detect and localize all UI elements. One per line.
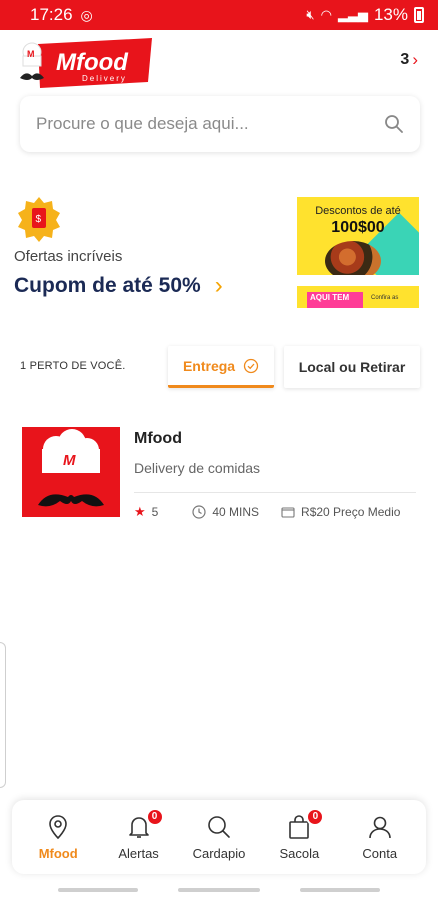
promo-note: Confira as (371, 295, 399, 301)
search-icon[interactable] (384, 114, 404, 134)
tab-entrega[interactable]: Entrega (168, 346, 274, 388)
search-bar[interactable] (20, 96, 420, 152)
chevron-right-icon: › (412, 50, 418, 69)
tab-local-ou-retirar[interactable]: Local ou Retirar (284, 346, 420, 388)
svg-text:M: M (63, 452, 76, 469)
rating-value: 5 (151, 505, 159, 519)
app-header: Mfood Delivery M 3 › (0, 30, 438, 92)
offer-label: Ofertas incríveis (14, 248, 123, 265)
delivery-time-value: 40 MINS (212, 505, 260, 519)
nav-label: Mfood (38, 845, 78, 861)
nav-item-sacola[interactable]: 0 Sacola (262, 807, 336, 861)
promo-discount-line1: Descontos de até (315, 205, 401, 217)
check-circle-icon (243, 358, 259, 373)
gesture-bar-left (58, 888, 138, 892)
status-bar: 17:26 ◎ 🔇︎ ◠ ▂▃▅ 13% (0, 0, 438, 30)
nav-label: Conta (362, 845, 398, 861)
promo-discount-line2: 100$00 (331, 219, 385, 236)
header-count-link[interactable]: 3 › (400, 50, 418, 70)
alerts-badge: 0 (145, 807, 164, 826)
search-icon (208, 815, 230, 838)
nav-item-mfood[interactable]: Mfood (21, 814, 95, 861)
bottom-navigation: Mfood 0 Alertas Cardapio 0 Sacola Conta (12, 800, 426, 874)
side-drawer-handle[interactable] (0, 642, 6, 788)
offer-title-link[interactable]: Cupom de até 50% › (14, 272, 223, 300)
divider (134, 492, 416, 493)
nav-label: Sacola (279, 845, 320, 861)
average-price: R$20 Preço Medio (281, 505, 400, 519)
user-icon (368, 816, 391, 838)
coupon-badge-icon: $ (18, 197, 60, 242)
logo-text: Mfood (56, 49, 129, 76)
mfood-logo[interactable]: Mfood Delivery M (16, 38, 156, 90)
nav-item-alertas[interactable]: 0 Alertas (102, 807, 176, 861)
bag-badge: 0 (306, 807, 325, 826)
promo-card-secondary[interactable]: AQUI TEM Confira as (297, 286, 419, 308)
logo-subtext: Delivery (82, 74, 127, 83)
promo-banner[interactable]: $ Ofertas incríveis Cupom de até 50% › D… (8, 186, 433, 308)
tab-retirar-label: Local ou Retirar (298, 359, 406, 375)
header-count: 3 (400, 51, 410, 68)
star-icon: ★ (134, 504, 146, 519)
clock-icon (192, 505, 206, 519)
status-right: 🔇︎ ◠ ▂▃▅ 13% (306, 5, 424, 25)
average-price-value: R$20 Preço Medio (301, 505, 401, 519)
delivery-time: 40 MINS (192, 505, 259, 519)
promo-card-discount[interactable]: Descontos de até 100$00 (297, 197, 419, 275)
status-time: 17:26 (30, 5, 73, 24)
gesture-bar-center (178, 888, 260, 892)
nav-label: Alertas (118, 845, 159, 861)
nav-item-cardapio[interactable]: Cardapio (182, 814, 256, 861)
restaurant-card[interactable]: M Mfood Delivery de comidas ★ 5 40 MINS … (0, 404, 438, 534)
battery-percent: 13% (373, 5, 408, 24)
offer-title: Cupom de até 50% (14, 274, 201, 297)
gesture-bar-right (300, 888, 380, 892)
restaurant-description: Delivery de comidas (134, 460, 261, 476)
rating: ★ 5 (134, 504, 158, 520)
svg-text:$: $ (36, 214, 42, 225)
nav-label: Cardapio (192, 845, 246, 861)
nearby-count-label: 1 PERTO DE VOCÊ. (20, 360, 126, 372)
logo-mark: M (27, 49, 35, 59)
pizza-image (325, 241, 381, 275)
delivery-filters: 1 PERTO DE VOCÊ. Entrega Local ou Retira… (0, 346, 438, 390)
promo-tag: AQUI TEM (307, 292, 363, 308)
restaurant-name: Mfood (134, 430, 182, 447)
wifi-icon: ◠ (320, 7, 332, 22)
location-pin-icon (49, 814, 67, 839)
restaurant-logo: M (22, 427, 120, 517)
search-input[interactable] (36, 114, 384, 134)
mute-icon: 🔇︎ (306, 7, 315, 22)
restaurant-meta: ★ 5 40 MINS R$20 Preço Medio (134, 504, 400, 520)
app-notification-icon: ◎ (80, 6, 93, 23)
nav-item-conta[interactable]: Conta (343, 814, 417, 861)
battery-icon (414, 7, 424, 23)
tab-entrega-label: Entrega (182, 357, 236, 374)
wallet-icon (281, 507, 295, 518)
signal-icon: ▂▃▅ (337, 7, 368, 22)
chevron-right-icon: › (214, 272, 223, 299)
